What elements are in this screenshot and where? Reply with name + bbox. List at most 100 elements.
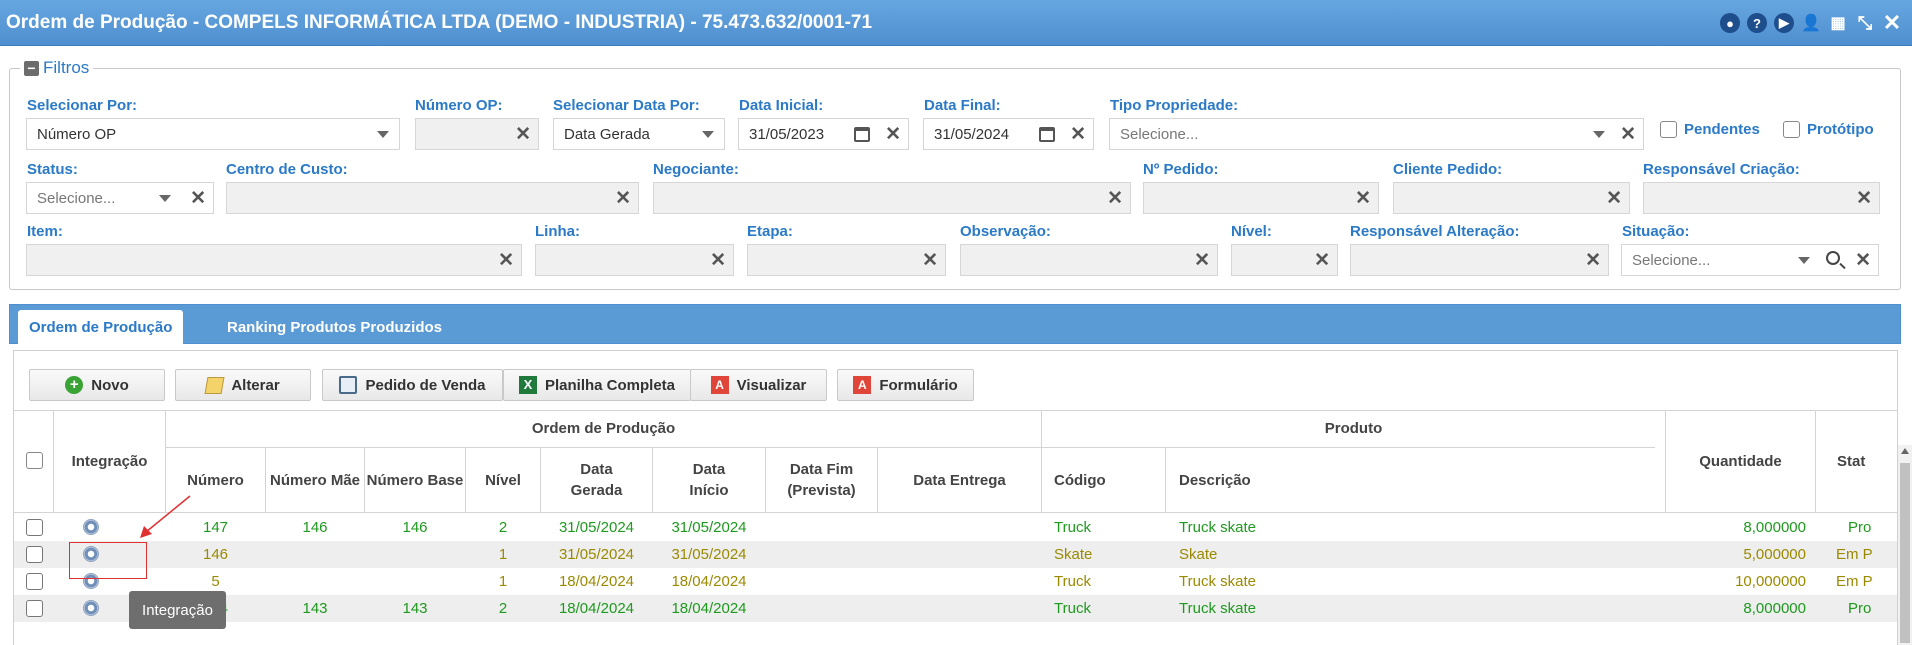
chevron-down-icon xyxy=(1798,257,1810,264)
clear-icon[interactable]: ✕ xyxy=(515,123,531,146)
planilha-button[interactable]: X Planilha Completa xyxy=(503,369,691,401)
gear-icon[interactable] xyxy=(83,519,99,535)
pedido-venda-button[interactable]: Pedido de Venda xyxy=(322,369,503,401)
record-icon[interactable]: ● xyxy=(1720,13,1740,33)
header-status[interactable]: Stat xyxy=(1837,410,1897,512)
play-icon[interactable]: ▶ xyxy=(1774,13,1794,33)
table-row[interactable]: 144 143 143 2 18/04/2024 18/04/2024 Truc… xyxy=(14,595,1897,622)
n-pedido-label: Nº Pedido: xyxy=(1143,161,1219,178)
grid-scrollbar[interactable] xyxy=(1898,445,1912,645)
clear-icon[interactable]: ✕ xyxy=(1606,187,1622,210)
cell-quantidade: 5,000000 xyxy=(1743,546,1806,563)
header-data-gerada[interactable]: Data Gerada xyxy=(541,448,652,512)
scrollbar-thumb[interactable] xyxy=(1900,463,1910,643)
clear-icon[interactable]: ✕ xyxy=(1194,249,1210,272)
item-input[interactable]: ✕ xyxy=(26,244,522,276)
row-checkbox[interactable] xyxy=(26,546,43,563)
clear-icon[interactable]: ✕ xyxy=(1314,249,1330,272)
selecionar-por-select[interactable]: Número OP xyxy=(26,118,400,150)
add-icon: + xyxy=(65,376,84,394)
prototipo-checkbox[interactable] xyxy=(1783,121,1800,138)
cell-numero-mae: 143 xyxy=(302,600,328,617)
responsavel-criacao-input[interactable]: ✕ xyxy=(1643,182,1880,214)
header-group-produto: Produto xyxy=(1324,420,1383,437)
clear-icon[interactable]: ✕ xyxy=(1355,187,1371,210)
data-inicial-value: 31/05/2023 xyxy=(749,126,825,143)
header-data-fim[interactable]: Data Fim (Prevista) xyxy=(766,448,877,512)
cliente-pedido-label: Cliente Pedido: xyxy=(1393,161,1503,178)
responsavel-criacao-label: Responsável Criação: xyxy=(1643,161,1800,178)
clear-icon[interactable]: ✕ xyxy=(1070,123,1086,146)
alterar-button[interactable]: Alterar xyxy=(175,369,311,401)
clear-icon[interactable]: ✕ xyxy=(885,123,901,146)
close-icon[interactable]: ✕ xyxy=(1882,10,1902,35)
user-icon[interactable]: 👤 xyxy=(1801,13,1821,33)
pendentes-checkbox[interactable] xyxy=(1660,121,1677,138)
header-numero-base[interactable]: Número Base xyxy=(365,448,465,512)
calendar-icon[interactable] xyxy=(1039,127,1055,142)
clear-icon[interactable]: ✕ xyxy=(1855,249,1871,272)
cell-status: Pro xyxy=(1848,519,1872,536)
cliente-pedido-input[interactable]: ✕ xyxy=(1393,182,1630,214)
tab-bar: Ordem de Produção Ranking Produtos Produ… xyxy=(9,304,1901,345)
header-numero-mae[interactable]: Número Mãe xyxy=(266,448,364,512)
centro-custo-input[interactable]: ✕ xyxy=(226,182,639,214)
row-checkbox[interactable] xyxy=(26,519,43,536)
etapa-input[interactable]: ✕ xyxy=(747,244,946,276)
status-select[interactable]: Selecione... ✕ xyxy=(26,182,214,214)
scroll-up-icon[interactable] xyxy=(1901,448,1909,454)
clear-icon[interactable]: ✕ xyxy=(498,249,514,272)
clear-icon[interactable]: ✕ xyxy=(1620,123,1636,146)
clear-icon[interactable]: ✕ xyxy=(1107,187,1123,210)
situacao-select[interactable]: Selecione... ✕ xyxy=(1621,244,1879,276)
table-row[interactable]: 146 1 31/05/2024 31/05/2024 Skate Skate … xyxy=(14,541,1897,568)
observacao-input[interactable]: ✕ xyxy=(960,244,1218,276)
formulario-button[interactable]: A Formulário xyxy=(837,369,974,401)
cell-data-inicio: 31/05/2024 xyxy=(671,546,747,563)
negociante-input[interactable]: ✕ xyxy=(653,182,1131,214)
table-row[interactable]: 5 1 18/04/2024 18/04/2024 Truck Truck sk… xyxy=(14,568,1897,595)
clear-icon[interactable]: ✕ xyxy=(710,249,726,272)
window-titlebar: Ordem de Produção - COMPELS INFORMÁTICA … xyxy=(0,0,1912,46)
visualizar-button[interactable]: A Visualizar xyxy=(690,369,827,401)
header-descricao[interactable]: Descrição xyxy=(1179,448,1665,512)
header-data-inicio[interactable]: Data Início xyxy=(653,448,765,512)
selecionar-data-por-select[interactable]: Data Gerada xyxy=(553,118,725,150)
row-checkbox[interactable] xyxy=(26,573,43,590)
calendar-icon[interactable]: ▦ xyxy=(1828,13,1848,33)
cell-codigo: Skate xyxy=(1054,546,1093,563)
n-pedido-input[interactable]: ✕ xyxy=(1143,182,1379,214)
clear-icon[interactable]: ✕ xyxy=(1856,187,1872,210)
responsavel-alteracao-input[interactable]: ✕ xyxy=(1350,244,1609,276)
prototipo-label: Protótipo xyxy=(1807,121,1874,138)
filters-legend[interactable]: − Filtros xyxy=(20,58,94,78)
search-icon[interactable] xyxy=(1826,251,1840,265)
calendar-icon[interactable] xyxy=(854,127,870,142)
tipo-propriedade-select[interactable]: Selecione... ✕ xyxy=(1109,118,1644,150)
nivel-input[interactable]: ✕ xyxy=(1231,244,1338,276)
data-inicial-input[interactable]: 31/05/2023 ✕ xyxy=(738,118,909,150)
clear-icon[interactable]: ✕ xyxy=(922,249,938,272)
novo-button[interactable]: + Novo xyxy=(29,369,165,401)
numero-op-input[interactable]: ✕ xyxy=(415,118,539,150)
header-data-entrega[interactable]: Data Entrega xyxy=(878,448,1041,512)
clear-icon[interactable]: ✕ xyxy=(615,187,631,210)
tab-ranking-produtos[interactable]: Ranking Produtos Produzidos xyxy=(216,310,453,345)
help-icon[interactable]: ? xyxy=(1747,13,1767,33)
row-checkbox[interactable] xyxy=(26,600,43,617)
data-final-input[interactable]: 31/05/2024 ✕ xyxy=(923,118,1094,150)
tab-ordem-producao[interactable]: Ordem de Produção xyxy=(18,310,184,345)
linha-input[interactable]: ✕ xyxy=(535,244,734,276)
header-quantidade[interactable]: Quantidade xyxy=(1666,410,1815,512)
collapse-icon[interactable]: ⤡ xyxy=(1855,13,1875,33)
header-codigo[interactable]: Código xyxy=(1054,448,1165,512)
select-all-checkbox[interactable] xyxy=(26,452,43,469)
clear-icon[interactable]: ✕ xyxy=(1585,249,1601,272)
collapse-minus-icon[interactable]: − xyxy=(24,60,39,76)
clear-icon[interactable]: ✕ xyxy=(190,187,206,210)
cell-numero: 146 xyxy=(202,546,229,563)
gear-icon[interactable] xyxy=(83,600,99,616)
header-nivel[interactable]: Nível xyxy=(466,448,540,512)
cell-descricao: Skate xyxy=(1179,546,1218,563)
table-row[interactable]: 147 146 146 2 31/05/2024 31/05/2024 Truc… xyxy=(14,514,1897,541)
